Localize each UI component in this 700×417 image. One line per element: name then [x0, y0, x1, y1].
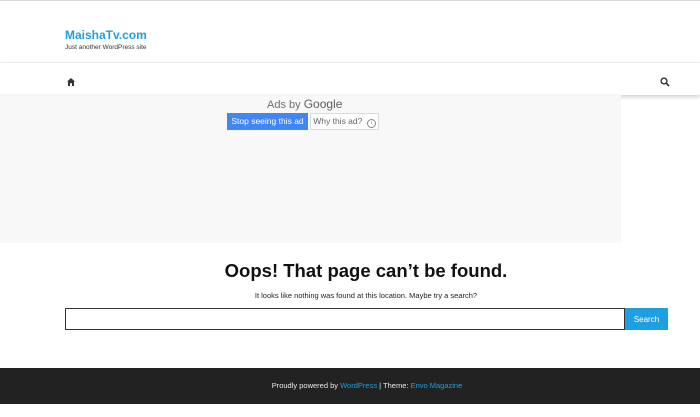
- footer-credits: Proudly powered by WordPress | Theme: En…: [0, 381, 700, 390]
- why-this-ad-label: Why this ad?: [313, 116, 363, 126]
- wordpress-link[interactable]: WordPress: [340, 381, 377, 390]
- stop-seeing-ad-button[interactable]: Stop seeing this ad: [227, 113, 308, 130]
- page-title: Oops! That page can’t be found.: [224, 260, 508, 281]
- ads-by-google-label: Ads by Google: [267, 97, 342, 111]
- theme-separator-text: | Theme:: [377, 381, 411, 390]
- search-icon[interactable]: [660, 74, 670, 87]
- info-icon: i: [366, 119, 376, 128]
- search-button[interactable]: Search: [625, 308, 668, 330]
- bottom-strip: [0, 404, 700, 417]
- google-wordmark: Google: [303, 97, 343, 111]
- site-footer: Proudly powered by WordPress | Theme: En…: [0, 368, 700, 404]
- why-this-ad-button[interactable]: Why this ad? i: [310, 113, 379, 130]
- advertisement-area: Ads by Google Stop seeing this ad Why th…: [0, 94, 621, 243]
- not-found-message: It looks like nothing was found at this …: [254, 291, 478, 300]
- theme-link[interactable]: Envo Magazine: [411, 381, 463, 390]
- main-navigation: [0, 62, 700, 95]
- powered-by-text: Proudly powered by: [271, 381, 339, 390]
- search-input[interactable]: [65, 308, 625, 330]
- home-icon[interactable]: [66, 74, 76, 86]
- ads-by-text: Ads by: [267, 99, 301, 111]
- site-title-link[interactable]: MaishaTv.com: [65, 28, 147, 42]
- site-description: Just another WordPress site: [65, 44, 147, 51]
- top-border: [0, 0, 700, 1]
